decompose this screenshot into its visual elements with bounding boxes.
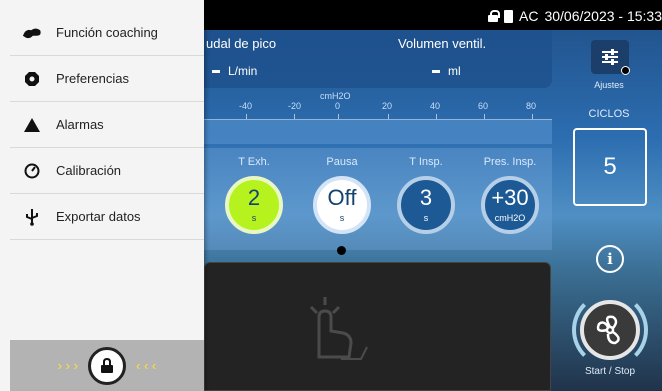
knob-value: 2 (247, 185, 261, 210)
volume-dash (432, 69, 440, 73)
cycles-label: CICLOS (588, 108, 630, 120)
scale-tick-label: -40 (239, 101, 253, 111)
scale-tick-label: 40 (430, 101, 441, 111)
param-pres-insp: Pres. Insp. +30 cmH2O (475, 148, 545, 234)
status-right: AC 30/06/2023 - 15:33 (488, 8, 662, 24)
volume-label: Volumen ventil. (398, 36, 487, 51)
scale-tick (388, 114, 389, 119)
param-pausa: Pausa Off s (307, 148, 377, 234)
param-label: Pausa (326, 156, 358, 168)
scale-unit: cmH2O (320, 91, 351, 101)
knob-value: 3 (419, 185, 433, 210)
right-arrows: ‹ ‹ ‹ (136, 358, 157, 373)
gear-icon (22, 69, 42, 89)
cycles-counter[interactable]: 5 (573, 128, 647, 206)
scale-tick-label: 80 (526, 101, 537, 111)
menu-item-coaching[interactable]: Función coaching (10, 10, 204, 56)
menu-item-label: Función coaching (56, 25, 158, 40)
left-arrows: › › › (57, 358, 78, 373)
pressure-scale: cmH2O -40 -20 0 20 40 60 80 (204, 90, 552, 120)
scale-tick-label: -20 (288, 101, 302, 111)
menu-item-preferencias[interactable]: Preferencias (10, 56, 204, 102)
coaching-icon (22, 23, 42, 43)
scale-tick (294, 114, 295, 119)
param-label: T Insp. (409, 156, 443, 168)
datetime: 30/06/2023 - 15:33 (544, 8, 662, 24)
peak-flow-label: udal de pico (206, 36, 277, 51)
cycles-value: 5 (603, 153, 617, 180)
volume-value: ml (432, 64, 461, 78)
scale-tick-label: 60 (478, 101, 489, 111)
info-icon-glyph: i (607, 250, 613, 268)
knob-unit: cmH2O (494, 213, 526, 223)
pressure-bar (204, 120, 552, 144)
right-panel: Ajustes CICLOS 5 i Start / Stop (555, 30, 662, 391)
menu-item-label: Alarmas (56, 117, 104, 132)
power-source: AC (519, 8, 539, 24)
scale-tick-label: 20 (382, 101, 393, 111)
ventilator-screen: AC 30/06/2023 - 15:33 udal de pico L/min… (0, 0, 662, 391)
info-icon[interactable]: i (596, 245, 624, 273)
parameter-panel: T Exh. 2 s Pausa Off s T Insp. 3 s Pres.… (204, 148, 552, 255)
pausa-knob[interactable]: Off s (313, 176, 371, 234)
start-stop-label: Start / Stop (584, 366, 636, 377)
param-label: T Exh. (238, 156, 270, 168)
menu-item-calibracion[interactable]: Calibración (10, 148, 204, 194)
t-insp-knob[interactable]: 3 s (397, 176, 455, 234)
sliders-icon (602, 49, 618, 65)
t-exh-knob[interactable]: 2 s (225, 176, 283, 234)
monitor-panel: udal de pico L/min Volumen ventil. ml (204, 30, 552, 88)
battery-icon (504, 9, 513, 23)
settings-label: Ajustes (594, 80, 624, 90)
knob-unit: s (423, 213, 429, 223)
menu-item-label: Calibración (56, 163, 122, 178)
menu-item-alarmas[interactable]: Alarmas (10, 102, 204, 148)
param-t-exh: T Exh. 2 s (219, 148, 289, 234)
scale-tick (532, 114, 533, 119)
gauge-icon (22, 161, 42, 181)
volume-unit: ml (448, 64, 461, 78)
start-stop-button[interactable] (580, 300, 640, 360)
knob-unit: s (339, 213, 345, 223)
menu-item-label: Exportar datos (56, 209, 141, 224)
param-label: Pres. Insp. (483, 156, 537, 168)
menu-item-label: Preferencias (56, 71, 129, 86)
menu-item-exportar[interactable]: Exportar datos (10, 194, 204, 240)
knob-value: +30 (491, 185, 529, 210)
knob-unit: s (251, 213, 257, 223)
knob-value: Off (327, 185, 357, 210)
scale-tick (484, 114, 485, 119)
peak-flow-unit: L/min (228, 64, 258, 78)
peak-flow-dash (212, 69, 220, 73)
usb-icon (22, 207, 42, 227)
warning-triangle-icon (22, 115, 42, 135)
unlock-slider[interactable]: › › › ‹ ‹ ‹ (10, 340, 204, 391)
scale-tick (338, 114, 339, 119)
lock-icon[interactable] (88, 346, 126, 385)
peak-flow-value: L/min (212, 64, 257, 78)
tap-gesture-icon (309, 297, 368, 360)
waveform-area[interactable] (204, 262, 551, 391)
lock-icon (488, 10, 500, 22)
param-t-insp: T Insp. 3 s (391, 148, 461, 234)
lock-icon (337, 246, 346, 255)
scale-tick-label: 0 (335, 101, 341, 111)
scale-tick (436, 114, 437, 119)
side-drawer: Función coaching Preferencias Alarmas Ca… (0, 0, 204, 391)
lock-icon (621, 66, 630, 75)
fan-icon (596, 315, 620, 345)
pres-insp-knob[interactable]: +30 cmH2O (481, 176, 539, 234)
scale-tick (246, 114, 247, 119)
